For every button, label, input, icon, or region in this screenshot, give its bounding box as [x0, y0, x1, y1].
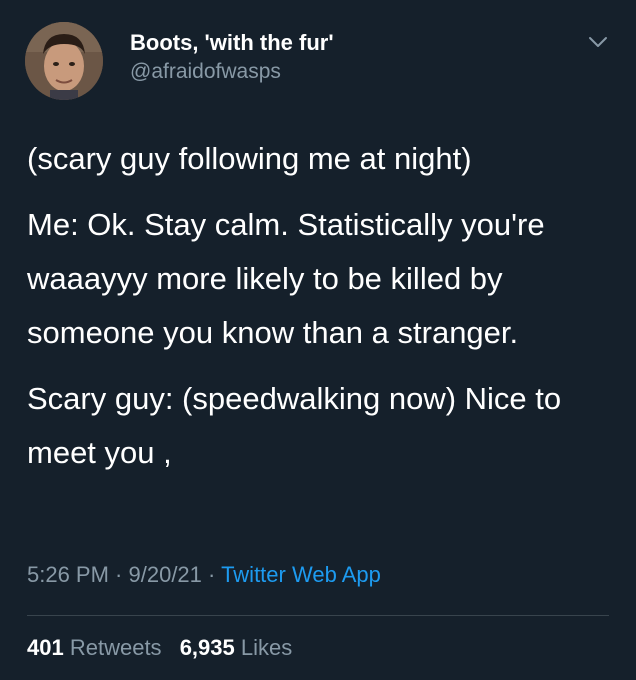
- tweet-time[interactable]: 5:26 PM: [27, 562, 109, 587]
- tweet-text: (scary guy following me at night) Me: Ok…: [27, 132, 612, 492]
- likes-stat[interactable]: 6,935 Likes: [180, 635, 293, 660]
- tweet-card: Boots, 'with the fur' @afraidofwasps (sc…: [0, 0, 636, 680]
- retweets-count: 401: [27, 635, 64, 660]
- meta-separator: ·: [201, 562, 222, 587]
- tweet-source-link[interactable]: Twitter Web App: [221, 562, 381, 587]
- tweet-stats: 401 Retweets 6,935 Likes: [27, 635, 304, 661]
- likes-count: 6,935: [179, 635, 235, 660]
- retweets-stat[interactable]: 401 Retweets: [27, 635, 162, 660]
- tweet-meta: 5:26 PM · 9/20/21 · Twitter Web App: [27, 562, 381, 588]
- chevron-down-icon[interactable]: [586, 30, 610, 54]
- tweet-date[interactable]: 9/20/21: [129, 562, 202, 587]
- display-name[interactable]: Boots, 'with the fur': [130, 30, 334, 56]
- retweets-label: Retweets: [69, 635, 162, 660]
- likes-label: Likes: [240, 635, 293, 660]
- avatar[interactable]: [25, 22, 103, 100]
- tweet-paragraph: Me: Ok. Stay calm. Statistically you're …: [27, 207, 554, 350]
- meta-separator: ·: [108, 562, 129, 587]
- divider: [27, 615, 609, 616]
- avatar-photo-icon: [25, 22, 103, 100]
- tweet-paragraph: Scary guy: (speedwalking now) Nice to me…: [27, 381, 570, 470]
- user-handle[interactable]: @afraidofwasps: [130, 60, 281, 84]
- tweet-paragraph: (scary guy following me at night): [27, 141, 472, 176]
